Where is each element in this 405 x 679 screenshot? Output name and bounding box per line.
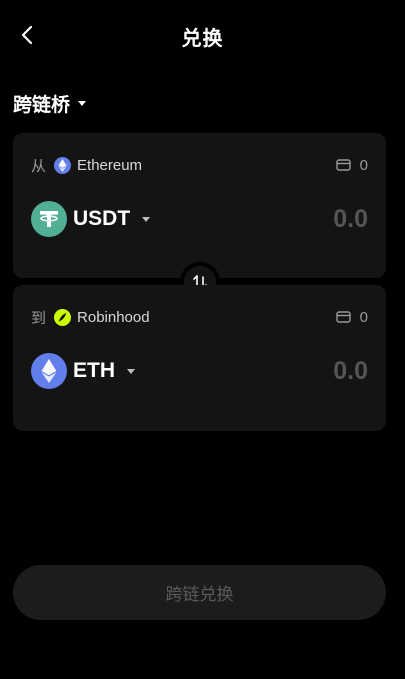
submit-label: 跨链兑换: [165, 585, 234, 605]
ethereum-icon: [31, 353, 67, 389]
from-token-row: USDT 0.0: [31, 200, 368, 238]
to-direction-label: 到: [31, 308, 47, 327]
from-balance-value: 0: [359, 156, 368, 174]
to-card: 到 Robinhood 0 ETH 0.0: [13, 285, 386, 431]
to-chain-name[interactable]: Robinhood: [77, 309, 150, 326]
to-amount-input[interactable]: 0.0: [248, 357, 368, 386]
page-title: 兑换: [181, 26, 224, 50]
from-amount-input[interactable]: 0.0: [248, 205, 368, 234]
to-chain-row: 到 Robinhood 0: [31, 307, 368, 327]
robinhood-feather-icon[interactable]: [54, 308, 72, 326]
bridge-swap-button[interactable]: 跨链兑换: [13, 565, 386, 620]
to-balance-value: 0: [359, 308, 368, 326]
caret-down-icon: [142, 216, 151, 222]
from-card: 从 Ethereum 0 USDT 0.0: [13, 133, 386, 278]
from-token-selector[interactable]: USDT: [31, 201, 151, 237]
mode-selector[interactable]: 跨链桥: [13, 88, 87, 118]
tether-icon: [31, 201, 67, 237]
to-token-row: ETH 0.0: [31, 352, 368, 390]
ethereum-icon[interactable]: [54, 156, 72, 174]
to-token-selector[interactable]: ETH: [31, 353, 135, 389]
wallet-icon: [335, 311, 351, 323]
from-token-symbol: USDT: [73, 207, 131, 230]
caret-down-icon: [127, 368, 135, 374]
from-balance: 0: [335, 156, 368, 174]
from-chain-name[interactable]: Ethereum: [77, 157, 142, 174]
wallet-icon: [335, 159, 351, 171]
caret-down-icon: [78, 100, 87, 106]
from-chain-row: 从 Ethereum 0: [31, 155, 368, 175]
from-direction-label: 从: [31, 156, 47, 175]
header: 兑换: [0, 0, 405, 70]
mode-label: 跨链桥: [13, 93, 71, 116]
to-token-symbol: ETH: [73, 359, 115, 382]
to-balance: 0: [335, 308, 368, 326]
swap-page: 兑换 跨链桥 从 Ethereum 0 USDT 0.0 到 Robinhood…: [0, 0, 405, 679]
